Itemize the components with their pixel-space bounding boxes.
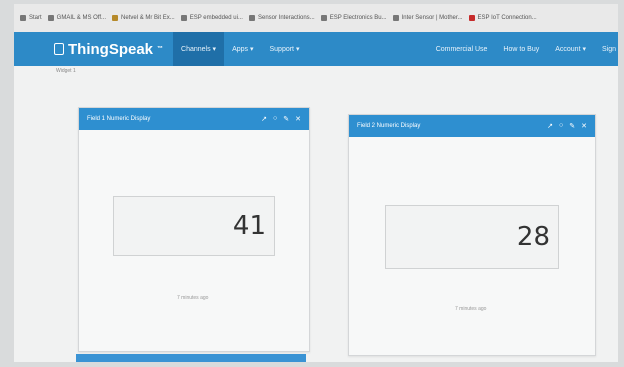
bookmark-item[interactable]: ESP embedded ui... bbox=[180, 15, 243, 21]
nav-apps[interactable]: Apps ▾ bbox=[224, 32, 261, 66]
nav-commercial-use[interactable]: Commercial Use bbox=[428, 32, 496, 66]
external-link-icon[interactable]: ↗ bbox=[261, 115, 267, 123]
widget-title: Field 1 Numeric Display bbox=[87, 116, 151, 122]
bookmark-label: ESP Electronics Bu... bbox=[329, 15, 387, 21]
bookmark-label: Inter Sensor | Mother... bbox=[401, 15, 463, 21]
browser-screen: Start GMAIL & MS Off... Netvel & Mr Bit … bbox=[14, 4, 618, 362]
close-icon[interactable]: ✕ bbox=[295, 115, 301, 123]
bookmark-icon bbox=[468, 15, 475, 21]
top-nav: ThingSpeak ™ Channels ▾ Apps ▾ Support ▾ … bbox=[14, 32, 618, 66]
bookmark-icon bbox=[392, 15, 399, 21]
widget-timestamp: 7 minutes ago bbox=[177, 295, 209, 301]
bookmark-item[interactable]: Sensor Interactions... bbox=[248, 15, 315, 21]
numeric-value: 41 bbox=[113, 196, 275, 256]
widget-title: Field 2 Numeric Display bbox=[357, 123, 421, 129]
widget-header: Field 2 Numeric Display ↗ ○ ✎ ✕ bbox=[349, 115, 595, 137]
edit-icon[interactable]: ✎ bbox=[283, 115, 289, 123]
bookmark-item[interactable]: ESP Electronics Bu... bbox=[320, 15, 387, 21]
nav-support[interactable]: Support ▾ bbox=[261, 32, 307, 66]
next-widget-header bbox=[76, 354, 306, 362]
numeric-value: 28 bbox=[385, 205, 559, 269]
bookmark-icon bbox=[248, 15, 255, 21]
bookmark-item[interactable]: ESP IoT Connection... bbox=[468, 15, 537, 21]
brand-logo[interactable]: ThingSpeak ™ bbox=[54, 41, 163, 58]
edit-icon[interactable]: ✎ bbox=[569, 122, 575, 130]
bookmark-item[interactable]: Start bbox=[20, 15, 42, 21]
widget-header: Field 1 Numeric Display ↗ ○ ✎ ✕ bbox=[79, 108, 309, 130]
nav-right-group: Commercial Use How to Buy Account ▾ Sign bbox=[428, 32, 618, 66]
brand-trademark: ™ bbox=[157, 46, 164, 52]
brand-name: ThingSpeak bbox=[68, 40, 154, 58]
bookmark-item[interactable]: Netvel & Mr Bit Ex... bbox=[112, 15, 175, 21]
thingspeak-logo-icon bbox=[54, 43, 64, 55]
external-link-icon[interactable]: ↗ bbox=[547, 122, 553, 130]
bookmark-label: Start bbox=[29, 15, 42, 21]
bookmark-icon bbox=[112, 15, 119, 21]
widget-field-2: Field 2 Numeric Display ↗ ○ ✎ ✕ 28 7 min… bbox=[348, 114, 596, 356]
bookmark-icon bbox=[47, 15, 54, 21]
bookmark-icon bbox=[320, 15, 327, 21]
bookmarks-bar: Start GMAIL & MS Off... Netvel & Mr Bit … bbox=[14, 4, 618, 32]
bookmark-label: ESP IoT Connection... bbox=[477, 15, 537, 21]
widget-timestamp: 7 minutes ago bbox=[455, 306, 487, 312]
widget-toolbar: ↗ ○ ✎ ✕ bbox=[547, 122, 595, 130]
bookmark-label: ESP embedded ui... bbox=[189, 15, 243, 21]
bookmark-icon bbox=[20, 15, 26, 21]
bookmark-label: Sensor Interactions... bbox=[257, 15, 315, 21]
bookmark-item[interactable]: GMAIL & MS Off... bbox=[47, 15, 107, 21]
bookmark-label: Netvel & Mr Bit Ex... bbox=[121, 15, 175, 21]
bookmark-label: GMAIL & MS Off... bbox=[56, 15, 107, 21]
comment-icon[interactable]: ○ bbox=[559, 122, 563, 130]
page-subheading: Widget 1 bbox=[56, 68, 76, 74]
comment-icon[interactable]: ○ bbox=[273, 115, 277, 123]
nav-account[interactable]: Account ▾ bbox=[547, 32, 594, 66]
nav-channels[interactable]: Channels ▾ bbox=[173, 32, 225, 66]
bookmark-item[interactable]: Inter Sensor | Mother... bbox=[392, 15, 463, 21]
bookmark-icon bbox=[180, 15, 187, 21]
nav-how-to-buy[interactable]: How to Buy bbox=[495, 32, 547, 66]
widget-field-1: Field 1 Numeric Display ↗ ○ ✎ ✕ 41 7 min… bbox=[78, 107, 310, 352]
photo-frame: Start GMAIL & MS Off... Netvel & Mr Bit … bbox=[0, 0, 624, 367]
widget-toolbar: ↗ ○ ✎ ✕ bbox=[261, 115, 309, 123]
nav-sign[interactable]: Sign bbox=[594, 32, 618, 66]
close-icon[interactable]: ✕ bbox=[581, 122, 587, 130]
